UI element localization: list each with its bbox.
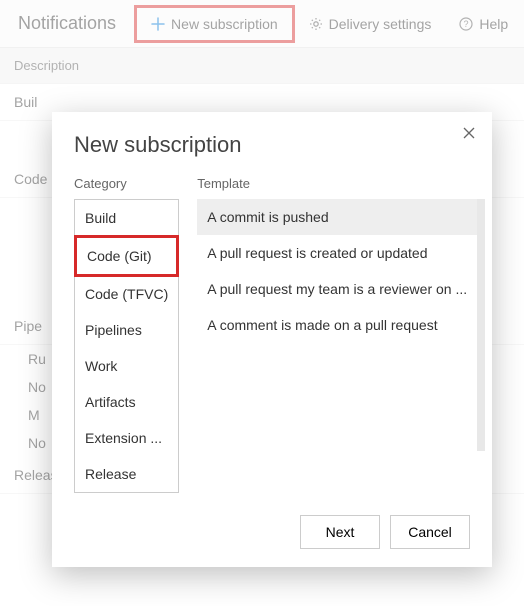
category-item[interactable]: Work [75, 348, 178, 384]
template-item[interactable]: A commit is pushed [197, 199, 477, 235]
dialog-title: New subscription [74, 132, 470, 158]
category-item[interactable]: Release [75, 456, 178, 492]
category-item[interactable]: Pipelines [75, 312, 178, 348]
category-list: Build Code (Git) Code (TFVC) Pipelines W… [74, 199, 179, 493]
new-subscription-dialog: New subscription Category Build Code (Gi… [52, 112, 492, 567]
category-label: Category [74, 176, 179, 191]
dialog-actions: Next Cancel [74, 515, 470, 549]
template-label: Template [197, 176, 485, 191]
cancel-button[interactable]: Cancel [390, 515, 470, 549]
template-column: Template A commit is pushed A pull reque… [197, 176, 485, 493]
scroll-down-icon[interactable] [477, 441, 485, 451]
category-item[interactable]: Code (Git) [74, 235, 179, 277]
template-item[interactable]: A comment is made on a pull request [197, 307, 477, 343]
scroll-up-icon[interactable] [477, 199, 485, 209]
category-item[interactable]: Build [75, 200, 178, 236]
category-item[interactable]: Artifacts [75, 384, 178, 420]
category-item[interactable]: Extension ... [75, 420, 178, 456]
close-icon [462, 126, 476, 140]
category-item[interactable]: Code (TFVC) [75, 276, 178, 312]
template-item[interactable]: A pull request my team is a reviewer on … [197, 271, 477, 307]
template-item[interactable]: A pull request is created or updated [197, 235, 477, 271]
next-button[interactable]: Next [300, 515, 380, 549]
template-list[interactable]: A commit is pushed A pull request is cre… [197, 199, 485, 451]
category-column: Category Build Code (Git) Code (TFVC) Pi… [74, 176, 179, 493]
close-button[interactable] [462, 126, 476, 140]
